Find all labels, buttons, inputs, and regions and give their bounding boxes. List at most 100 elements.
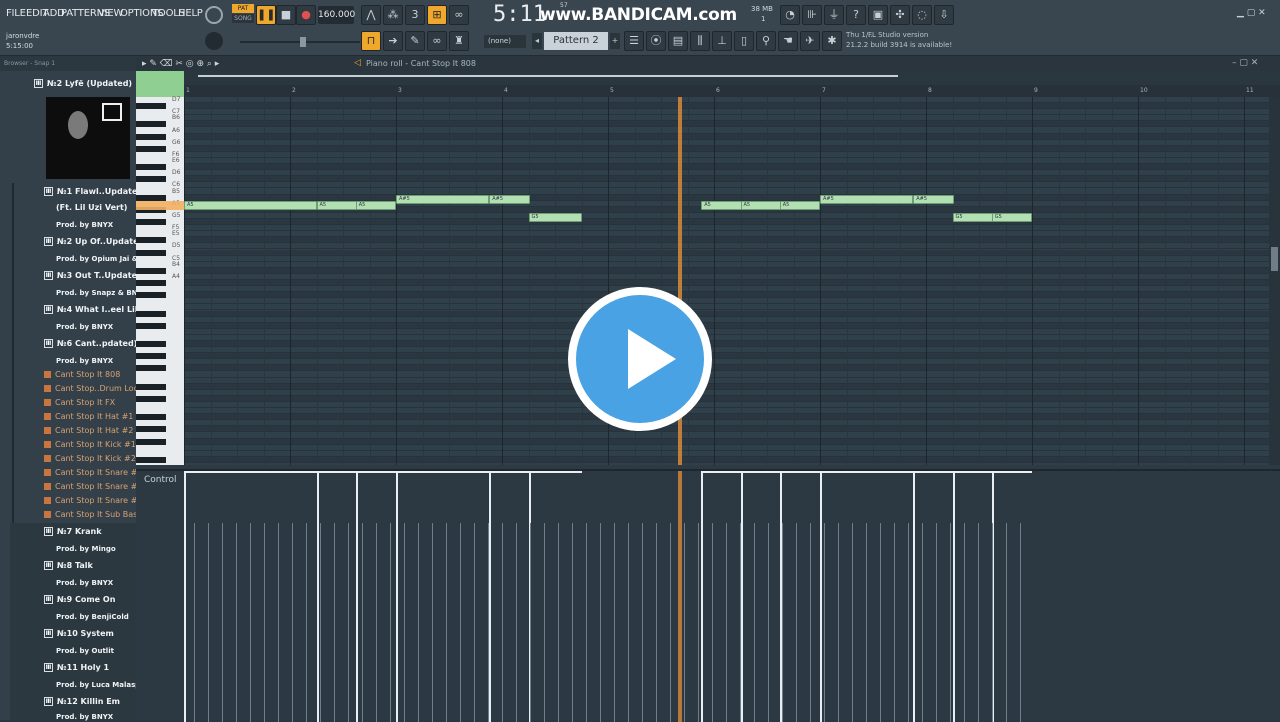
browser-album[interactable]: Ⅲ №2 Lyfë (Updated): [0, 79, 136, 88]
velocity-bar[interactable]: [355, 471, 358, 722]
black-key[interactable]: [136, 322, 166, 329]
list-item[interactable]: Ⅲ №1 Flawl..Updated): [0, 187, 136, 196]
black-key[interactable]: [136, 365, 166, 372]
piano-roll-corner-tool[interactable]: [136, 71, 184, 97]
note[interactable]: G5: [991, 212, 1032, 222]
wait-input-button[interactable]: ⁂: [383, 5, 403, 25]
black-key[interactable]: [136, 219, 166, 226]
control-selector[interactable]: Control: [144, 475, 177, 485]
file-item[interactable]: Cant Stop It 808: [0, 370, 136, 379]
velocity-bar[interactable]: [701, 471, 704, 722]
black-key[interactable]: [136, 438, 166, 445]
list-item[interactable]: Ⅲ №9 Come On: [0, 595, 136, 604]
loop-record-button[interactable]: ∞: [449, 5, 469, 25]
black-key[interactable]: [136, 395, 166, 402]
stop-button[interactable]: ■: [276, 5, 296, 25]
none-selector[interactable]: (none): [484, 35, 526, 48]
black-key[interactable]: [136, 237, 166, 244]
velocity-bar[interactable]: [913, 471, 916, 722]
record-button[interactable]: ●: [296, 5, 316, 25]
black-key[interactable]: [136, 103, 166, 110]
piano-roll-tools[interactable]: ▸ ✎ ⌫ ✂ ◎ ⊕ ⌕ ▸: [142, 59, 219, 69]
scrollbar-thumb[interactable]: [1271, 247, 1278, 271]
song-mode-button[interactable]: SONG: [232, 14, 254, 23]
tempo-tapper-button[interactable]: ✱: [822, 31, 842, 51]
save-button[interactable]: ▣: [868, 5, 888, 25]
list-item[interactable]: Ⅲ №3 Out T..Updated): [0, 271, 136, 280]
file-item[interactable]: Cant Stop It Hat #1: [0, 412, 136, 421]
window-controls[interactable]: ▁ ▢ ✕: [1237, 8, 1266, 18]
note[interactable]: G5: [528, 212, 582, 222]
download-button[interactable]: ⇩: [934, 5, 954, 25]
note[interactable]: A5: [779, 200, 820, 210]
mixer-button[interactable]: ⊪: [802, 5, 822, 25]
list-item[interactable]: Ⅲ №2 Up Of..Updated): [0, 237, 136, 246]
master-slider-handle[interactable]: [300, 37, 306, 47]
black-key[interactable]: [136, 133, 166, 140]
black-key[interactable]: [136, 426, 166, 433]
list-item[interactable]: Ⅲ №7 Krank: [0, 527, 136, 536]
plugin-database-button[interactable]: ⚲: [756, 31, 776, 51]
velocity-bar[interactable]: [820, 471, 822, 722]
project-browser-button[interactable]: ▯: [734, 31, 754, 51]
note[interactable]: A#5: [820, 194, 914, 204]
pattern-prev-button[interactable]: ◂: [532, 33, 542, 49]
black-key[interactable]: [136, 121, 166, 128]
file-item[interactable]: Cant Stop It Kick #1: [0, 440, 136, 449]
snap-button[interactable]: ⊓: [361, 31, 381, 51]
note[interactable]: A5: [701, 200, 742, 210]
stamp-button[interactable]: ♜: [449, 31, 469, 51]
black-key[interactable]: [136, 164, 166, 171]
link-button[interactable]: ∞: [427, 31, 447, 51]
channel-settings-button[interactable]: ⊥: [712, 31, 732, 51]
black-key[interactable]: [136, 310, 166, 317]
menu-help[interactable]: HELP: [178, 8, 203, 19]
file-item[interactable]: Cant Stop It Hat #2: [0, 426, 136, 435]
list-item[interactable]: Ⅲ №12 Killin Em: [0, 697, 136, 706]
note-grid[interactable]: A5 A5 A5 A#5 A#5 G5 A5 A5 A5 A#5 A#5 G5 G5: [184, 97, 1280, 465]
file-item[interactable]: Cant Stop It Kick #2: [0, 454, 136, 463]
note[interactable]: A#5: [489, 194, 530, 204]
channel-rack-button[interactable]: ▤: [668, 31, 688, 51]
master-pitch-knob[interactable]: [205, 32, 223, 50]
vertical-scrollbar[interactable]: [1269, 97, 1280, 465]
chat-button[interactable]: ◌: [912, 5, 932, 25]
velocity-bar[interactable]: [489, 471, 492, 722]
black-key[interactable]: [136, 249, 166, 256]
plugin-picker-button[interactable]: ✣: [890, 5, 910, 25]
note[interactable]: A#5: [913, 194, 954, 204]
pattern-add-button[interactable]: +: [610, 33, 620, 49]
list-item[interactable]: Ⅲ №8 Talk: [0, 561, 136, 570]
record-audio-button[interactable]: ⏚: [824, 5, 844, 25]
note[interactable]: A5: [316, 200, 357, 210]
velocity-bar[interactable]: [396, 471, 398, 722]
black-key[interactable]: [136, 267, 166, 274]
cpu-button[interactable]: ◔: [780, 5, 800, 25]
file-item[interactable]: Cant Stop It Snare #1: [0, 468, 136, 477]
mixer-view-button[interactable]: ⫼: [690, 31, 710, 51]
black-key[interactable]: [136, 414, 166, 421]
timeline-ruler[interactable]: 1 2 3 4 5 6 7 8 9 10 11: [184, 85, 1280, 97]
list-item[interactable]: Ⅲ №6 Cant..pdated): [0, 339, 136, 348]
file-item[interactable]: Cant Stop It FX: [0, 398, 136, 407]
step-edit-button[interactable]: ⊞: [427, 5, 447, 25]
playlist-button[interactable]: ☰: [624, 31, 644, 51]
touch-keyboard-button[interactable]: ☚: [778, 31, 798, 51]
black-key[interactable]: [136, 176, 166, 183]
piano-roll-window-controls[interactable]: – ▢ ✕: [1232, 58, 1258, 68]
list-item[interactable]: Ⅲ №11 Holy 1: [0, 663, 136, 672]
pattern-selector[interactable]: Pattern 2: [544, 32, 608, 50]
list-item[interactable]: Ⅲ №4 What I..eel Like: [0, 305, 136, 314]
note[interactable]: G5: [952, 212, 993, 222]
menu-file[interactable]: FILE: [6, 8, 26, 19]
note[interactable]: A5: [355, 200, 396, 210]
black-key[interactable]: [136, 280, 166, 287]
file-item[interactable]: Cant Stop It Snare #2: [0, 482, 136, 491]
piano-keyboard[interactable]: D7C7B6A6G6F6E6D6C6B5A5G5F5E5D5C5B4A4: [136, 96, 184, 465]
master-volume-knob[interactable]: [205, 6, 223, 24]
note[interactable]: A#5: [396, 194, 490, 204]
playlist-arrow-button[interactable]: ➔: [383, 31, 403, 51]
black-key[interactable]: [136, 383, 166, 390]
pause-button[interactable]: ❚❚: [256, 5, 276, 25]
velocity-bar[interactable]: [316, 471, 319, 722]
